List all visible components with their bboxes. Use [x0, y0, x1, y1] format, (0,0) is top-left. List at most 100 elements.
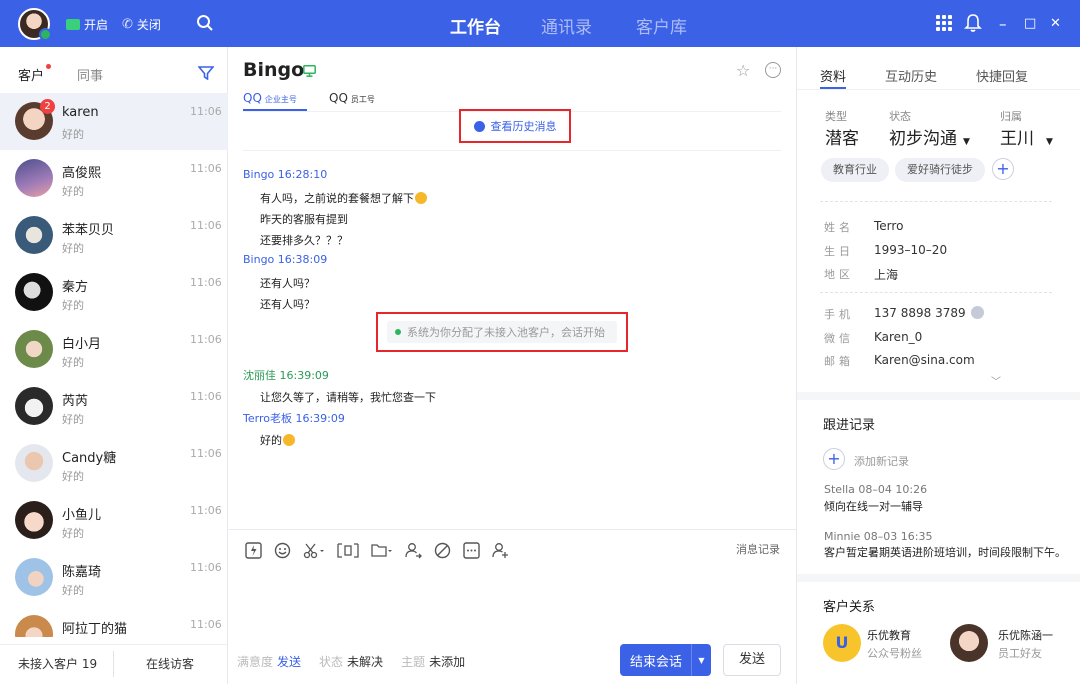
quick-reply-icon[interactable]	[245, 541, 262, 559]
tab-customers-label: 客户	[18, 69, 45, 84]
list-item[interactable]: 2 karen 好的 11:06	[0, 93, 228, 150]
tab-interaction-history[interactable]: 互动历史	[885, 66, 937, 85]
last-message: 好的	[62, 470, 84, 483]
nav-contacts[interactable]: 通讯录	[541, 13, 592, 38]
add-user-icon[interactable]	[492, 542, 509, 559]
topic-value[interactable]: 未添加	[429, 653, 465, 670]
tab-qq-main[interactable]: QQ 企业主号	[243, 91, 297, 105]
contact-name: 陈嘉琦	[62, 565, 102, 580]
relation-title: 客户关系	[823, 600, 876, 615]
relation-type: 员工好友	[998, 647, 1042, 660]
screen-record-icon[interactable]	[337, 542, 359, 559]
phone-number: 137 8898 3789	[874, 306, 966, 320]
message-text: 还有人吗？	[260, 298, 315, 311]
call-icon[interactable]	[970, 306, 984, 319]
apps-grid-icon[interactable]	[936, 15, 952, 31]
tab-colleagues[interactable]: 同事	[77, 65, 103, 84]
transfer-user-icon[interactable]	[405, 542, 422, 559]
avatar	[15, 387, 53, 425]
message-text: 好的	[260, 432, 295, 448]
left-footer: 未接入客户 19 在线访客	[0, 644, 228, 684]
list-item[interactable]: 白小月 好的 11:06	[0, 321, 228, 378]
block-icon[interactable]	[434, 542, 451, 559]
record-text: 客户暂定暑期英语进阶班培训，时间段限制下午。	[824, 546, 1066, 559]
add-tag-button[interactable]: +	[992, 158, 1014, 180]
filter-icon[interactable]	[198, 66, 214, 80]
info-value: 1993–10–20	[874, 243, 948, 257]
state-label: 状态	[889, 110, 911, 123]
view-history-button[interactable]: 查看历史消息	[459, 109, 571, 143]
tab-qq-staff[interactable]: QQ 员工号	[329, 91, 375, 105]
bell-icon[interactable]	[964, 13, 982, 33]
close-window-button[interactable]: ✕	[1050, 16, 1061, 31]
list-item[interactable]: 小鱼儿 好的 11:06	[0, 492, 228, 549]
message-time: 11:06	[190, 504, 222, 517]
avatar	[15, 615, 53, 637]
last-message: 好的	[62, 413, 84, 426]
more-options-icon[interactable]	[463, 541, 480, 559]
contact-name: 阿拉丁的猫	[62, 622, 128, 637]
tab-profile[interactable]: 资料	[820, 66, 846, 85]
state-select[interactable]: 初步沟通 ▼	[889, 124, 970, 149]
record-meta: Stella 08–04 10:26	[824, 483, 928, 496]
list-item[interactable]: 陈嘉琦 好的 11:06	[0, 549, 228, 606]
list-item[interactable]: 高俊熙 好的 11:06	[0, 150, 228, 207]
tab-qq-main-sub: 企业主号	[264, 95, 297, 104]
divider	[113, 651, 114, 677]
scissors-icon[interactable]	[303, 542, 325, 559]
search-icon[interactable]	[196, 14, 214, 32]
open-button[interactable]: 开启	[66, 15, 108, 33]
star-icon[interactable]: ☆	[736, 61, 750, 80]
system-notice-text: 系统为你分配了未接入池客户，会话开始	[407, 326, 605, 339]
relation-name[interactable]: 乐优陈涵一	[998, 627, 1053, 643]
section-gap	[797, 392, 1080, 400]
owner-select[interactable]: 王川 ▼	[1000, 124, 1053, 149]
input-toolbar	[245, 541, 509, 559]
tag-chip[interactable]: 教育行业	[821, 158, 889, 182]
topic-label: 主题	[401, 655, 426, 669]
message-header: Bingo 16:28:10	[243, 168, 328, 181]
open-label: 开启	[84, 17, 109, 32]
minimize-button[interactable]: –	[999, 15, 1007, 33]
list-item[interactable]: Candy糖 好的 11:06	[0, 435, 228, 492]
message-record-link[interactable]: 消息记录	[736, 541, 780, 557]
list-item[interactable]: 阿拉丁的猫 好的 11:06	[0, 606, 228, 637]
list-item[interactable]: 苯苯贝贝 好的 11:06	[0, 207, 228, 264]
smile-emoji-icon	[283, 434, 295, 446]
monitor-icon	[303, 65, 316, 77]
send-button[interactable]: 发送	[723, 644, 781, 676]
contact-name: 高俊熙	[62, 166, 102, 181]
follow-up-title: 跟进记录	[823, 418, 876, 433]
maximize-button[interactable]: □	[1024, 16, 1036, 31]
message-time: 11:06	[190, 447, 222, 460]
unread-dot	[46, 64, 52, 69]
list-item[interactable]: 秦方 好的 11:06	[0, 264, 228, 321]
add-record-button[interactable]: +	[823, 448, 845, 470]
tab-quick-reply[interactable]: 快捷回复	[976, 66, 1028, 85]
add-record-label[interactable]: 添加新记录	[854, 453, 909, 469]
online-visitors-link[interactable]: 在线访客	[146, 655, 194, 672]
divider	[797, 89, 1080, 90]
message-time: 11:06	[190, 219, 222, 232]
folder-icon[interactable]	[371, 542, 393, 559]
satisfaction-send-link[interactable]: 发送	[277, 653, 301, 670]
list-item[interactable]: 芮芮 好的 11:06	[0, 378, 228, 435]
contact-name: 白小月	[62, 337, 102, 352]
nav-workbench[interactable]: 工作台	[450, 13, 501, 38]
expand-chevron-icon[interactable]: ﹀	[991, 373, 1001, 388]
tag-chip[interactable]: 爱好骑行徒步	[895, 158, 985, 182]
nav-customer-db[interactable]: 客户库	[636, 13, 687, 38]
waiting-customers-link[interactable]: 未接入客户 19	[18, 655, 97, 672]
user-avatar[interactable]	[18, 8, 52, 41]
relation-name[interactable]: 乐优教育	[867, 627, 911, 643]
close-status-button[interactable]: ✆ 关闭	[122, 15, 161, 33]
message-line: 好的	[260, 434, 282, 447]
status-value[interactable]: 未解决	[347, 653, 383, 670]
conversation-panel: 客户 同事 2 karen 好的 11:06 高俊熙 好的 11:06 苯苯贝贝…	[0, 47, 228, 684]
tab-customers[interactable]: 客户	[18, 64, 52, 84]
last-message: 好的	[62, 299, 84, 312]
chevron-down-icon[interactable]: ▼	[691, 644, 711, 676]
end-session-button[interactable]: 结束会话 ▼	[620, 644, 711, 676]
emoji-icon[interactable]	[274, 542, 291, 559]
more-icon[interactable]: ···	[765, 62, 781, 78]
